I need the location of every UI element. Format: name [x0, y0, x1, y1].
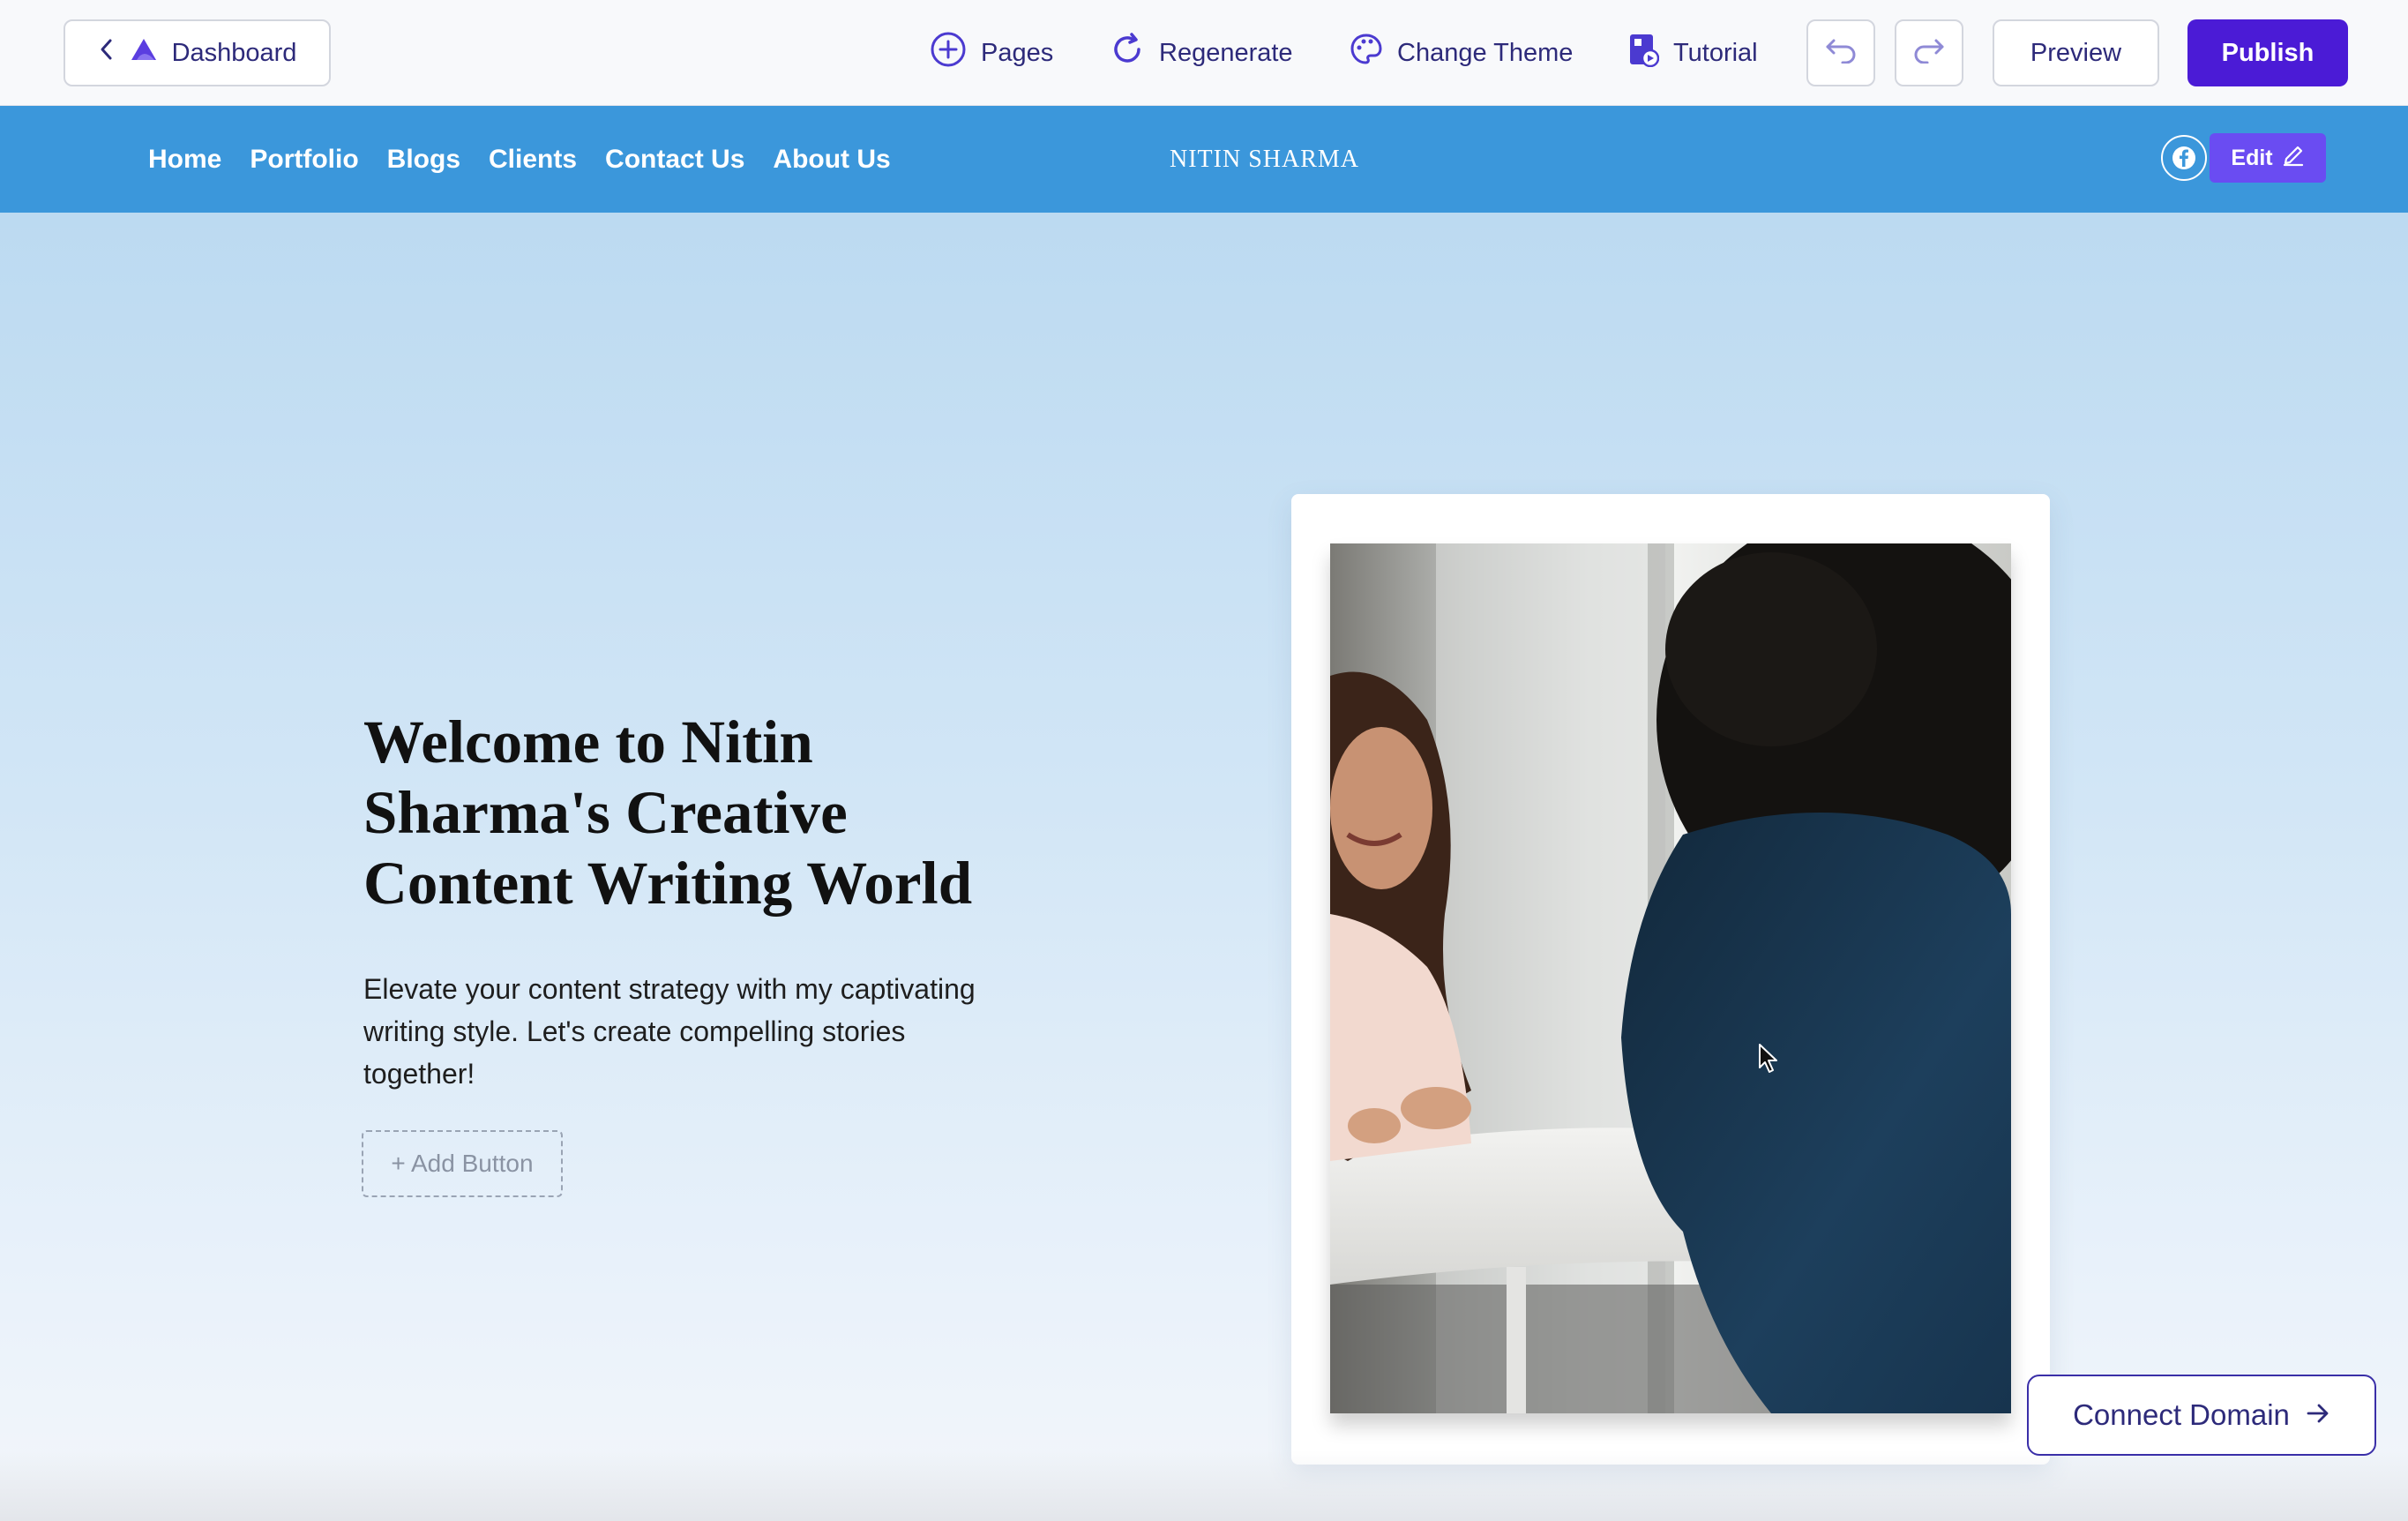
change-theme-label: Change Theme: [1397, 38, 1574, 67]
plus-circle-icon: [930, 31, 967, 75]
pencil-icon: [2282, 144, 2305, 173]
redo-icon: [1911, 35, 1947, 71]
pages-label: Pages: [981, 38, 1054, 67]
connect-domain-button[interactable]: Connect Domain: [2027, 1375, 2376, 1456]
chevron-left-icon: [98, 38, 116, 68]
nav-item-blogs[interactable]: Blogs: [387, 145, 460, 175]
dashboard-label: Dashboard: [171, 38, 297, 67]
nav-item-home[interactable]: Home: [148, 145, 221, 175]
site-navbar: Home Portfolio Blogs Clients Contact Us …: [0, 106, 2408, 213]
editor-toolbar: Dashboard Pages Regenerate Change Theme …: [0, 0, 2408, 106]
pages-button[interactable]: Pages: [930, 26, 1053, 79]
change-theme-button[interactable]: Change Theme: [1350, 26, 1573, 79]
regenerate-label: Regenerate: [1159, 38, 1293, 67]
edit-label: Edit: [2231, 145, 2273, 170]
undo-button[interactable]: [1806, 19, 1875, 86]
connect-domain-label: Connect Domain: [2073, 1398, 2290, 1431]
publish-button[interactable]: Publish: [2187, 19, 2348, 86]
dashboard-button[interactable]: Dashboard: [64, 19, 331, 86]
palette-icon: [1350, 33, 1383, 73]
tutorial-icon: [1627, 32, 1660, 74]
refresh-icon: [1110, 32, 1145, 74]
nav-item-contact-us[interactable]: Contact Us: [605, 145, 744, 175]
arrow-right-icon: [2306, 1398, 2330, 1432]
hero-section: Welcome to Nitin Sharma's Creative Conte…: [0, 213, 2408, 1521]
hero-title[interactable]: Welcome to Nitin Sharma's Creative Conte…: [363, 707, 998, 918]
hero-image[interactable]: [1330, 543, 2011, 1413]
hero-description[interactable]: Elevate your content strategy with my ca…: [363, 968, 998, 1095]
tutorial-button[interactable]: Tutorial: [1627, 26, 1758, 79]
undo-icon: [1823, 35, 1858, 71]
preview-button[interactable]: Preview: [1993, 19, 2159, 86]
facebook-icon[interactable]: [2161, 135, 2207, 181]
nav-item-portfolio[interactable]: Portfolio: [250, 145, 358, 175]
tutorial-label: Tutorial: [1673, 38, 1758, 67]
add-button-placeholder[interactable]: + Add Button: [362, 1130, 563, 1197]
mouse-cursor-icon: [1758, 1043, 1779, 1079]
nav-item-clients[interactable]: Clients: [489, 145, 577, 175]
nav-item-about-us[interactable]: About Us: [773, 145, 890, 175]
regenerate-button[interactable]: Regenerate: [1110, 26, 1293, 79]
edit-section-button[interactable]: Edit: [2210, 133, 2326, 183]
redo-button[interactable]: [1895, 19, 1963, 86]
site-brand[interactable]: NITIN SHARMA: [1170, 106, 1359, 213]
hero-bottom-fade: [0, 1450, 2408, 1521]
site-nav-links: Home Portfolio Blogs Clients Contact Us …: [148, 106, 891, 213]
logo-icon: [128, 35, 160, 71]
hero-image-card: [1291, 494, 2050, 1465]
